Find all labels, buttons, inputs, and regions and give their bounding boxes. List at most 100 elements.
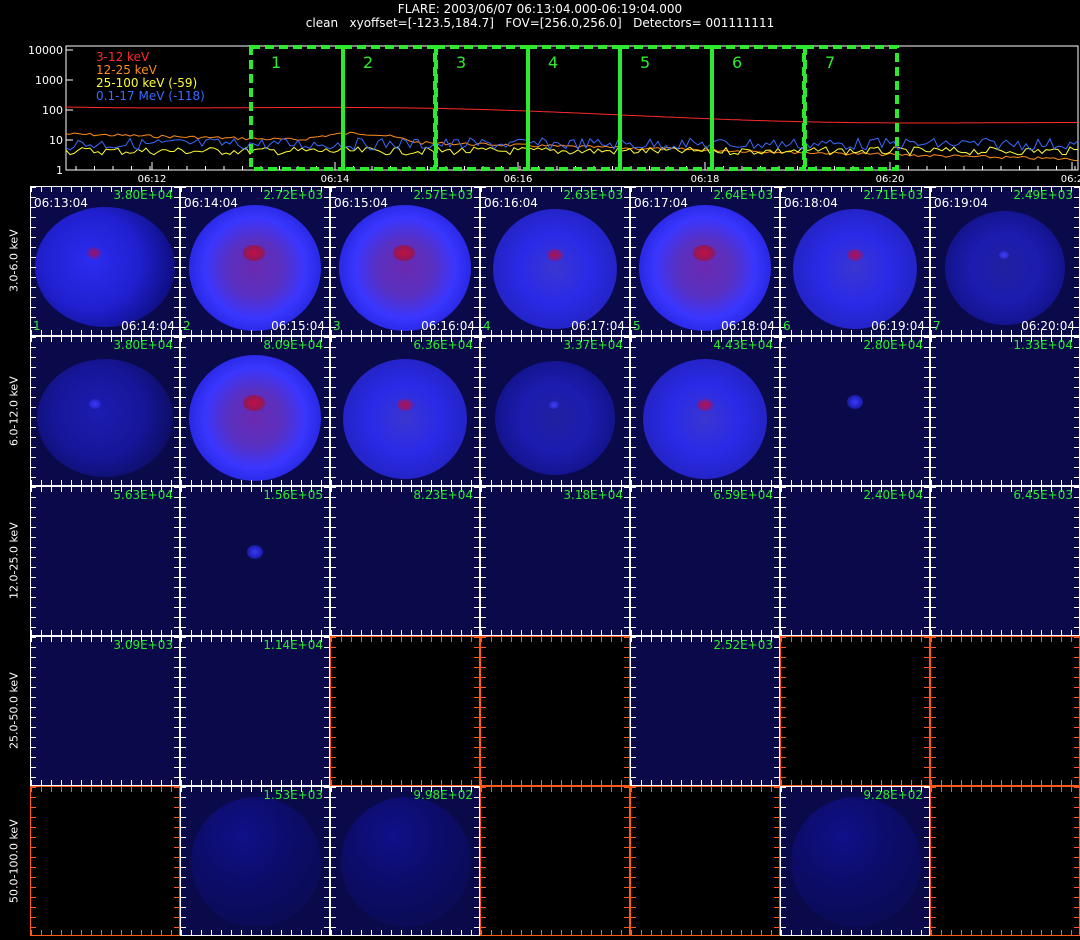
image-cell[interactable]: 1.33E+04 [930, 336, 1080, 486]
image-cell[interactable]: 2.40E+04 [780, 486, 930, 636]
curve-0p1-17mev [65, 137, 1079, 152]
source-emission [945, 211, 1065, 325]
axis-ticks [931, 630, 1079, 635]
source-core [243, 395, 265, 411]
axis-ticks [774, 787, 779, 935]
interval-start-time: 06:15:04 [334, 196, 388, 210]
time-interval-label: 6 [732, 53, 742, 72]
axis-ticks [181, 930, 329, 935]
energy-band-label: 3.0-6.0 keV [7, 229, 21, 293]
axis-ticks [31, 787, 36, 935]
axis-ticks [774, 637, 779, 785]
image-cell[interactable] [30, 786, 180, 936]
axis-ticks [181, 480, 329, 485]
x-tick-label: 06:20 [876, 174, 905, 185]
image-cell[interactable]: 4.43E+04 [630, 336, 780, 486]
curve-3-12kev [65, 106, 1078, 124]
energy-band-label: 12.0-25.0 keV [7, 522, 21, 600]
image-cell[interactable]: 6.59E+04 [630, 486, 780, 636]
axis-ticks [331, 337, 336, 485]
y-tick-label: 1 [56, 164, 63, 177]
peak-flux-label: 5.63E+04 [113, 488, 173, 502]
image-cell[interactable]: 2.72E+03 06:14:04 06:15:04 2 [180, 186, 330, 336]
source-core [847, 249, 863, 261]
image-cell[interactable]: 3.09E+03 [30, 636, 180, 786]
peak-flux-label: 2.72E+03 [263, 188, 323, 202]
axis-ticks [931, 787, 936, 935]
x-tick-label: 06:12 [138, 174, 167, 185]
axis-ticks [931, 337, 936, 485]
peak-flux-label: 1.33E+04 [1013, 338, 1073, 352]
energy-band-label: 25.0-50.0 keV [7, 672, 21, 750]
axis-ticks [331, 480, 479, 485]
source-emission [493, 209, 617, 329]
axis-ticks [931, 480, 1079, 485]
image-cell[interactable]: 9.98E+02 [330, 786, 480, 936]
image-cell[interactable]: 1.53E+03 [180, 786, 330, 936]
source-core [243, 245, 265, 261]
image-cell[interactable]: 2.64E+03 06:17:04 06:18:04 5 [630, 186, 780, 336]
source-emission [339, 205, 471, 331]
image-cell[interactable] [480, 786, 630, 936]
image-cell[interactable]: 1.14E+04 [180, 636, 330, 786]
axis-ticks [481, 930, 629, 935]
image-cell[interactable]: 5.63E+04 [30, 486, 180, 636]
time-interval-label: 5 [640, 53, 650, 72]
axis-ticks [931, 637, 1079, 642]
interval-end-time: 06:18:04 [721, 319, 775, 333]
image-cell[interactable]: 6.36E+04 [330, 336, 480, 486]
axis-ticks [331, 487, 336, 635]
image-cell[interactable]: 8.23E+04 [330, 486, 480, 636]
image-cell[interactable] [480, 636, 630, 786]
legend-entry: 12-25 keV [96, 63, 158, 77]
peak-flux-label: 2.57E+03 [413, 188, 473, 202]
axis-ticks [31, 337, 36, 485]
interval-index: 2 [183, 319, 191, 333]
axis-ticks [31, 787, 179, 792]
time-interval-box [434, 45, 530, 171]
source-core [247, 545, 263, 559]
peak-flux-label: 3.37E+04 [563, 338, 623, 352]
image-cell[interactable]: 2.57E+03 06:15:04 06:16:04 3 [330, 186, 480, 336]
image-cell[interactable]: 2.49E+03 06:19:04 06:20:04 7 [930, 186, 1080, 336]
axis-ticks [181, 630, 329, 635]
peak-flux-label: 2.71E+03 [863, 188, 923, 202]
image-cell[interactable]: 9.28E+02 [780, 786, 930, 936]
image-cell[interactable] [330, 636, 480, 786]
image-cell[interactable]: 2.71E+03 06:18:04 06:19:04 6 [780, 186, 930, 336]
image-cell[interactable]: 6.45E+03 [930, 486, 1080, 636]
plot-header: FLARE: 2003/06/07 06:13:04.000-06:19:04.… [0, 0, 1080, 36]
image-cell[interactable]: 2.80E+04 [780, 336, 930, 486]
peak-flux-label: 8.09E+04 [263, 338, 323, 352]
image-cell[interactable]: 3.18E+04 [480, 486, 630, 636]
image-cell[interactable]: 3.80E+04 06:13:04 06:14:04 1 [30, 186, 180, 336]
image-cell[interactable] [930, 636, 1080, 786]
axis-ticks [474, 487, 479, 635]
image-cell[interactable]: 1.56E+05 [180, 486, 330, 636]
peak-flux-label: 2.49E+03 [1013, 188, 1073, 202]
image-cell[interactable]: 2.63E+03 06:16:04 06:17:04 4 [480, 186, 630, 336]
legend-entry: 0.1-17 MeV (-118) [96, 89, 205, 103]
lightcurve-panel[interactable]: 10000100010010106:12 06:14 06:16 06:18 06:20… [0, 36, 1080, 186]
flare-title: FLARE: 2003/06/07 06:13:04.000-06:19:04.… [397, 2, 683, 16]
interval-start-time: 06:14:04 [184, 196, 238, 210]
peak-flux-label: 2.40E+04 [863, 488, 923, 502]
image-cell[interactable]: 2.52E+03 [630, 636, 780, 786]
source-emission [643, 359, 767, 479]
image-cell[interactable]: 3.37E+04 [480, 336, 630, 486]
axis-ticks [324, 637, 329, 785]
interval-end-time: 06:16:04 [421, 319, 475, 333]
source-emission [639, 205, 771, 331]
peak-flux-label: 3.80E+04 [113, 338, 173, 352]
image-cell[interactable] [930, 786, 1080, 936]
image-cell[interactable]: 8.09E+04 [180, 336, 330, 486]
source-core [397, 399, 413, 411]
image-cell[interactable] [630, 786, 780, 936]
image-cell[interactable]: 3.80E+04 [30, 336, 180, 486]
source-core [87, 247, 101, 259]
interval-end-time: 06:17:04 [571, 319, 625, 333]
interval-end-time: 06:14:04 [121, 319, 175, 333]
axis-ticks [181, 487, 186, 635]
image-cell[interactable] [780, 636, 930, 786]
interval-end-time: 06:19:04 [871, 319, 925, 333]
